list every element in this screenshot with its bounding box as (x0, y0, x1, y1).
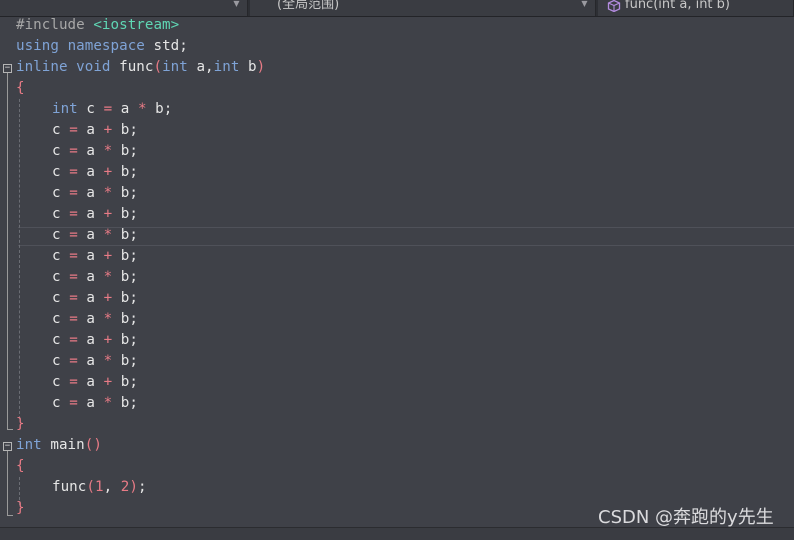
code-line: c = a * b; (52, 353, 138, 369)
code-line: c = a + b; (52, 206, 138, 222)
fold-collapse-icon[interactable]: − (3, 64, 12, 73)
code-line: { (16, 458, 25, 474)
method-cube-icon (607, 0, 621, 12)
code-line: c = a + b; (52, 248, 138, 264)
code-line: c = a * b; (52, 227, 138, 243)
code-line: { (16, 80, 25, 96)
chevron-down-icon: ▼ (581, 0, 588, 8)
fold-region-line (7, 73, 8, 429)
fold-region-end (7, 429, 13, 430)
code-line: c = a + b; (52, 164, 138, 180)
project-dropdown[interactable]: ▼ (0, 0, 248, 16)
member-dropdown-value: func(int a, int b) (625, 0, 730, 12)
code-line: c = a + b; (52, 332, 138, 348)
code-line: c = a * b; (52, 269, 138, 285)
fold-region-end (7, 515, 13, 516)
code-line: int main() (16, 437, 102, 453)
code-line: int c = a * b; (52, 101, 173, 117)
chevron-down-icon: ▼ (233, 0, 240, 8)
code-line: c = a + b; (52, 290, 138, 306)
fold-collapse-icon[interactable]: − (3, 442, 12, 451)
watermark: CSDN @奔跑的y先生 (598, 507, 774, 528)
code-line: c = a + b; (52, 122, 138, 138)
code-line: c = a * b; (52, 143, 138, 159)
code-line: c = a * b; (52, 311, 138, 327)
indent-guide (19, 99, 20, 419)
code-line: c = a + b; (52, 374, 138, 390)
fold-region-line (7, 451, 8, 515)
code-line: } (16, 500, 25, 516)
member-dropdown[interactable]: func(int a, int b) (598, 0, 794, 16)
code-line: #include <iostream> (16, 17, 180, 33)
scope-dropdown-value: (全局范围) (277, 0, 340, 12)
code-editor[interactable]: − − #include <iostream> using namespace … (0, 17, 794, 527)
scope-dropdown[interactable]: (全局范围) ▼ (250, 0, 596, 16)
code-line: c = a * b; (52, 185, 138, 201)
code-line: inline void func(int a,int b) (16, 59, 266, 75)
code-line: c = a * b; (52, 395, 138, 411)
code-line: func(1, 2); (52, 479, 147, 495)
code-line: } (16, 416, 25, 432)
code-line: using namespace std; (16, 38, 188, 54)
